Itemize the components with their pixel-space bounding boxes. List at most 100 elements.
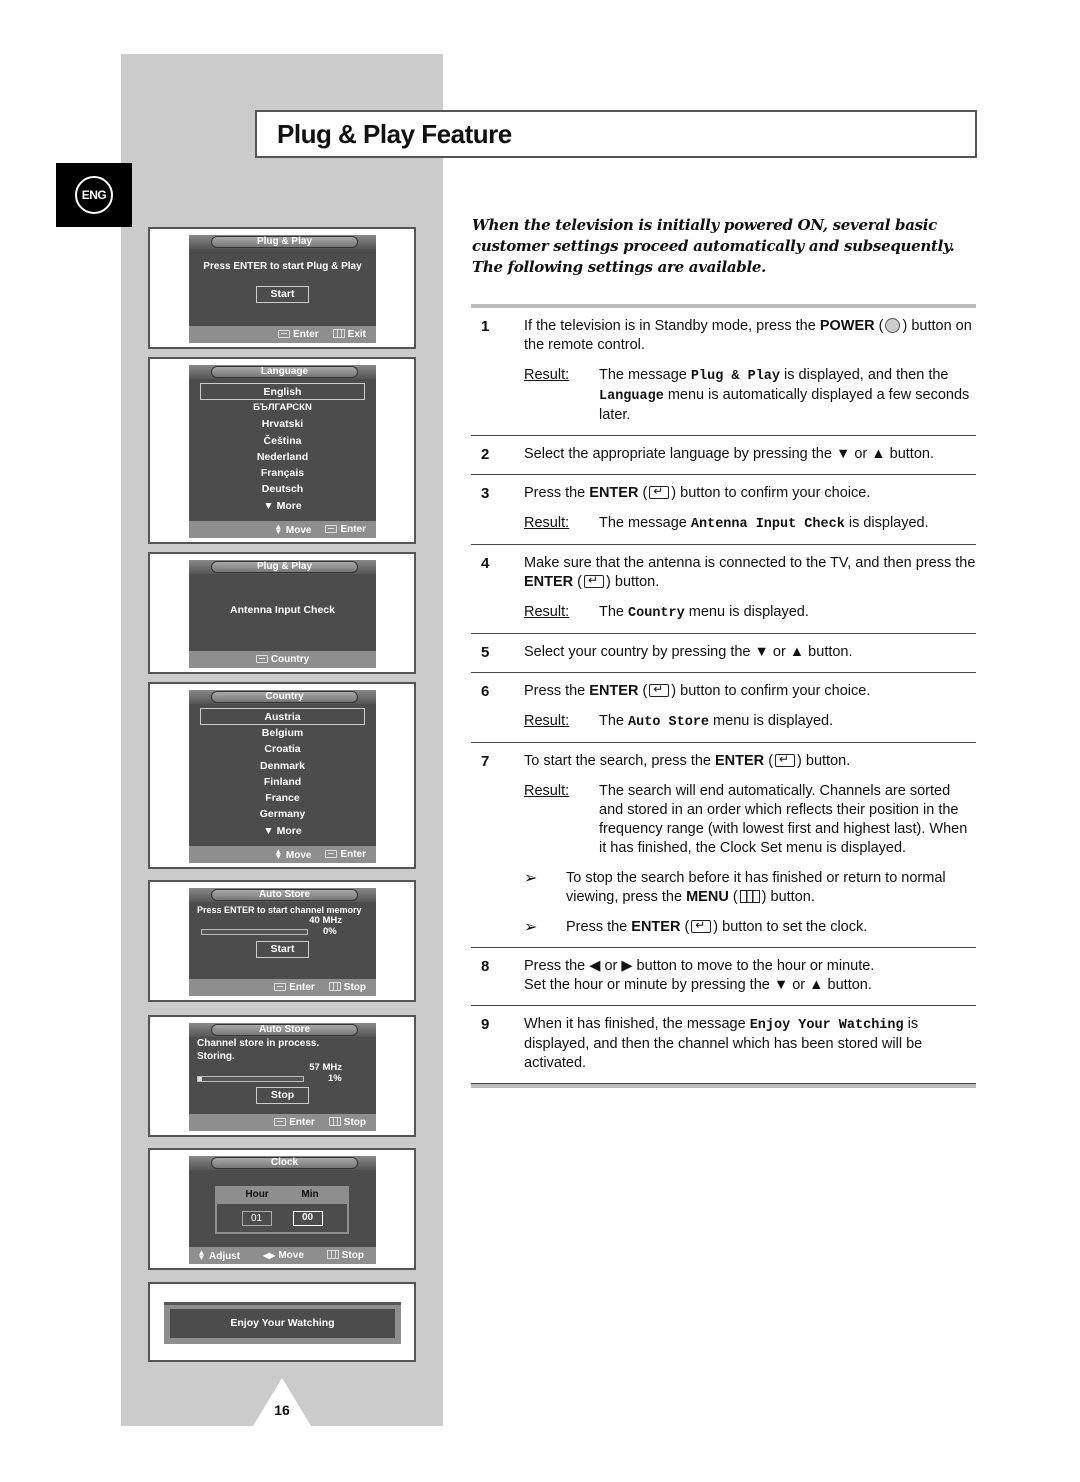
- screen-panel-plug-play: Plug & Play Press ENTER to start Plug & …: [148, 227, 416, 349]
- enjoy-message: Enjoy Your Watching: [170, 1309, 395, 1338]
- tv-screen: Plug & Play Antenna Input Check Country: [189, 560, 376, 668]
- progress-percent: 0%: [323, 926, 337, 937]
- enter-icon: [274, 983, 287, 991]
- step-3: 3 Press the ENTER () button to confirm y…: [471, 475, 976, 545]
- arrow-icon: ➢: [524, 919, 538, 936]
- enter-icon: [649, 680, 670, 699]
- country-item[interactable]: France: [189, 790, 376, 806]
- country-item[interactable]: Belgium: [189, 725, 376, 741]
- country-item[interactable]: Finland: [189, 774, 376, 790]
- country-item[interactable]: Germany: [189, 806, 376, 822]
- step-6: 6 Press the ENTER () button to confirm y…: [471, 673, 976, 743]
- screen-footer: Country: [189, 651, 376, 668]
- screen-message: Press ENTER to start channel memory: [197, 905, 362, 915]
- start-button[interactable]: Start: [256, 941, 309, 958]
- screen-panel-antenna-check: Plug & Play Antenna Input Check Country: [148, 552, 416, 674]
- screen-title: Country: [211, 691, 358, 703]
- eng-icon: ENG: [75, 176, 113, 214]
- tv-screen: Clock Hour Min 01 00 ▲ ▼ Adjust ◀▶ Move Sto…: [189, 1156, 376, 1264]
- enter-icon: [325, 850, 338, 858]
- menu-icon: [332, 329, 345, 338]
- tv-screen: Country Austria Belgium Croatia Denmark …: [189, 690, 376, 863]
- screen-message-line1: Channel store in process.: [197, 1038, 320, 1049]
- enter-icon: [649, 482, 670, 501]
- menu-icon: [739, 890, 760, 903]
- enter-icon: [584, 571, 605, 590]
- step-5: 5 Select your country by pressing the ▼ …: [471, 634, 976, 673]
- enter-icon: [255, 655, 268, 663]
- clock-box: Hour Min 01 00: [215, 1186, 349, 1234]
- screen-title: Plug & Play: [211, 561, 358, 573]
- language-item[interactable]: Čeština: [189, 433, 376, 449]
- screen-message: Press ENTER to start Plug & Play: [203, 261, 362, 272]
- step-7: 7 To start the search, press the ENTER (…: [471, 743, 976, 948]
- country-item[interactable]: Croatia: [189, 741, 376, 757]
- screen-footer: ▲ ▼ Move Enter: [189, 521, 376, 538]
- step-9: 9 When it has finished, the message Enjo…: [471, 1006, 976, 1084]
- language-item[interactable]: БЪЛГАРСКN: [189, 400, 376, 416]
- frequency-readout: 57 MHz: [309, 1062, 342, 1073]
- screen-panel-auto-store-start: Auto Store Press ENTER to start channel …: [148, 880, 416, 1002]
- country-item-selected[interactable]: Austria: [200, 708, 365, 725]
- hour-field[interactable]: 01: [241, 1210, 272, 1226]
- note: ➢Press the ENTER () button to set the cl…: [524, 916, 976, 937]
- progress-bar: [201, 928, 308, 935]
- screen-footer: ▲ ▼ Adjust ◀▶ Move Stop: [189, 1247, 376, 1264]
- screen-title: Auto Store: [211, 889, 358, 901]
- language-item-selected[interactable]: English: [200, 383, 365, 400]
- enjoy-banner: Enjoy Your Watching: [164, 1302, 401, 1344]
- progress-fill: [198, 1076, 203, 1081]
- country-item[interactable]: Denmark: [189, 758, 376, 774]
- start-button[interactable]: Start: [256, 286, 309, 303]
- min-label: Min: [301, 1189, 319, 1200]
- step-8: 8 Press the ◀ or ▶ button to move to the…: [471, 948, 976, 1006]
- menu-icon: [328, 982, 341, 991]
- language-item[interactable]: Français: [189, 465, 376, 481]
- screen-title: Plug & Play: [211, 236, 358, 248]
- step-2: 2 Select the appropriate language by pre…: [471, 436, 976, 475]
- country-list: Austria Belgium Croatia Denmark Finland …: [189, 704, 376, 839]
- screen-footer: Enter Stop: [189, 979, 376, 996]
- page-title: Plug & Play Feature: [277, 118, 512, 149]
- more-item[interactable]: ▼ More: [189, 823, 376, 839]
- hour-label: Hour: [245, 1189, 269, 1200]
- screen-footer: Enter Exit: [189, 326, 376, 343]
- screen-panel-enjoy: Enjoy Your Watching: [148, 1282, 416, 1362]
- note: ➢ To stop the search before it has finish…: [524, 870, 946, 905]
- more-item[interactable]: ▼ More: [189, 498, 376, 514]
- screen-title: Clock: [211, 1157, 358, 1169]
- frequency-readout: 40 MHz: [309, 915, 342, 926]
- tv-screen: Auto Store Channel store in process. Sto…: [189, 1023, 376, 1131]
- screen-message-line2: Storing.: [197, 1051, 235, 1062]
- screen-title: Auto Store: [211, 1024, 358, 1036]
- min-field[interactable]: 00: [292, 1210, 323, 1226]
- enter-icon: [691, 916, 712, 935]
- language-item[interactable]: Hrvatski: [189, 416, 376, 432]
- enter-icon: [278, 330, 291, 338]
- intro-paragraph: When the television is initially powered…: [472, 216, 955, 276]
- step-4: 4 Make sure that the antenna is connecte…: [471, 545, 976, 634]
- screen-panel-auto-store-progress: Auto Store Channel store in process. Sto…: [148, 1015, 416, 1137]
- language-item[interactable]: Nederland: [189, 449, 376, 465]
- enter-icon: [274, 1118, 287, 1126]
- screen-footer: ▲ ▼ Move Enter: [189, 846, 376, 863]
- stop-button[interactable]: Stop: [256, 1087, 309, 1104]
- language-item[interactable]: Deutsch: [189, 481, 376, 497]
- menu-icon: [328, 1117, 341, 1126]
- power-icon: [885, 318, 901, 333]
- tv-screen: Auto Store Press ENTER to start channel …: [189, 888, 376, 996]
- enter-icon: [325, 525, 338, 533]
- screen-panel-country: Country Austria Belgium Croatia Denmark …: [148, 682, 416, 869]
- screen-panel-clock: Clock Hour Min 01 00 ▲ ▼ Adjust ◀▶ Move Sto…: [148, 1148, 416, 1270]
- divider: [471, 1084, 976, 1088]
- language-badge: ENG: [56, 163, 132, 227]
- screen-panel-language: Language English БЪЛГАРСКN Hrvatski Češt…: [148, 357, 416, 544]
- updown-icon: ▲ ▼: [274, 521, 283, 536]
- tv-screen: Language English БЪЛГАРСКN Hrvatski Češt…: [189, 365, 376, 538]
- language-list: English БЪЛГАРСКN Hrvatski Čeština Neder…: [189, 379, 376, 514]
- steps-list: 1 If the television is in Standby mode, …: [471, 304, 976, 1088]
- left-right-icon: ◀▶: [263, 1251, 276, 1260]
- tv-screen: Plug & Play Press ENTER to start Plug & …: [189, 235, 376, 343]
- menu-icon: [326, 1250, 339, 1259]
- arrow-icon: ➢: [524, 870, 538, 887]
